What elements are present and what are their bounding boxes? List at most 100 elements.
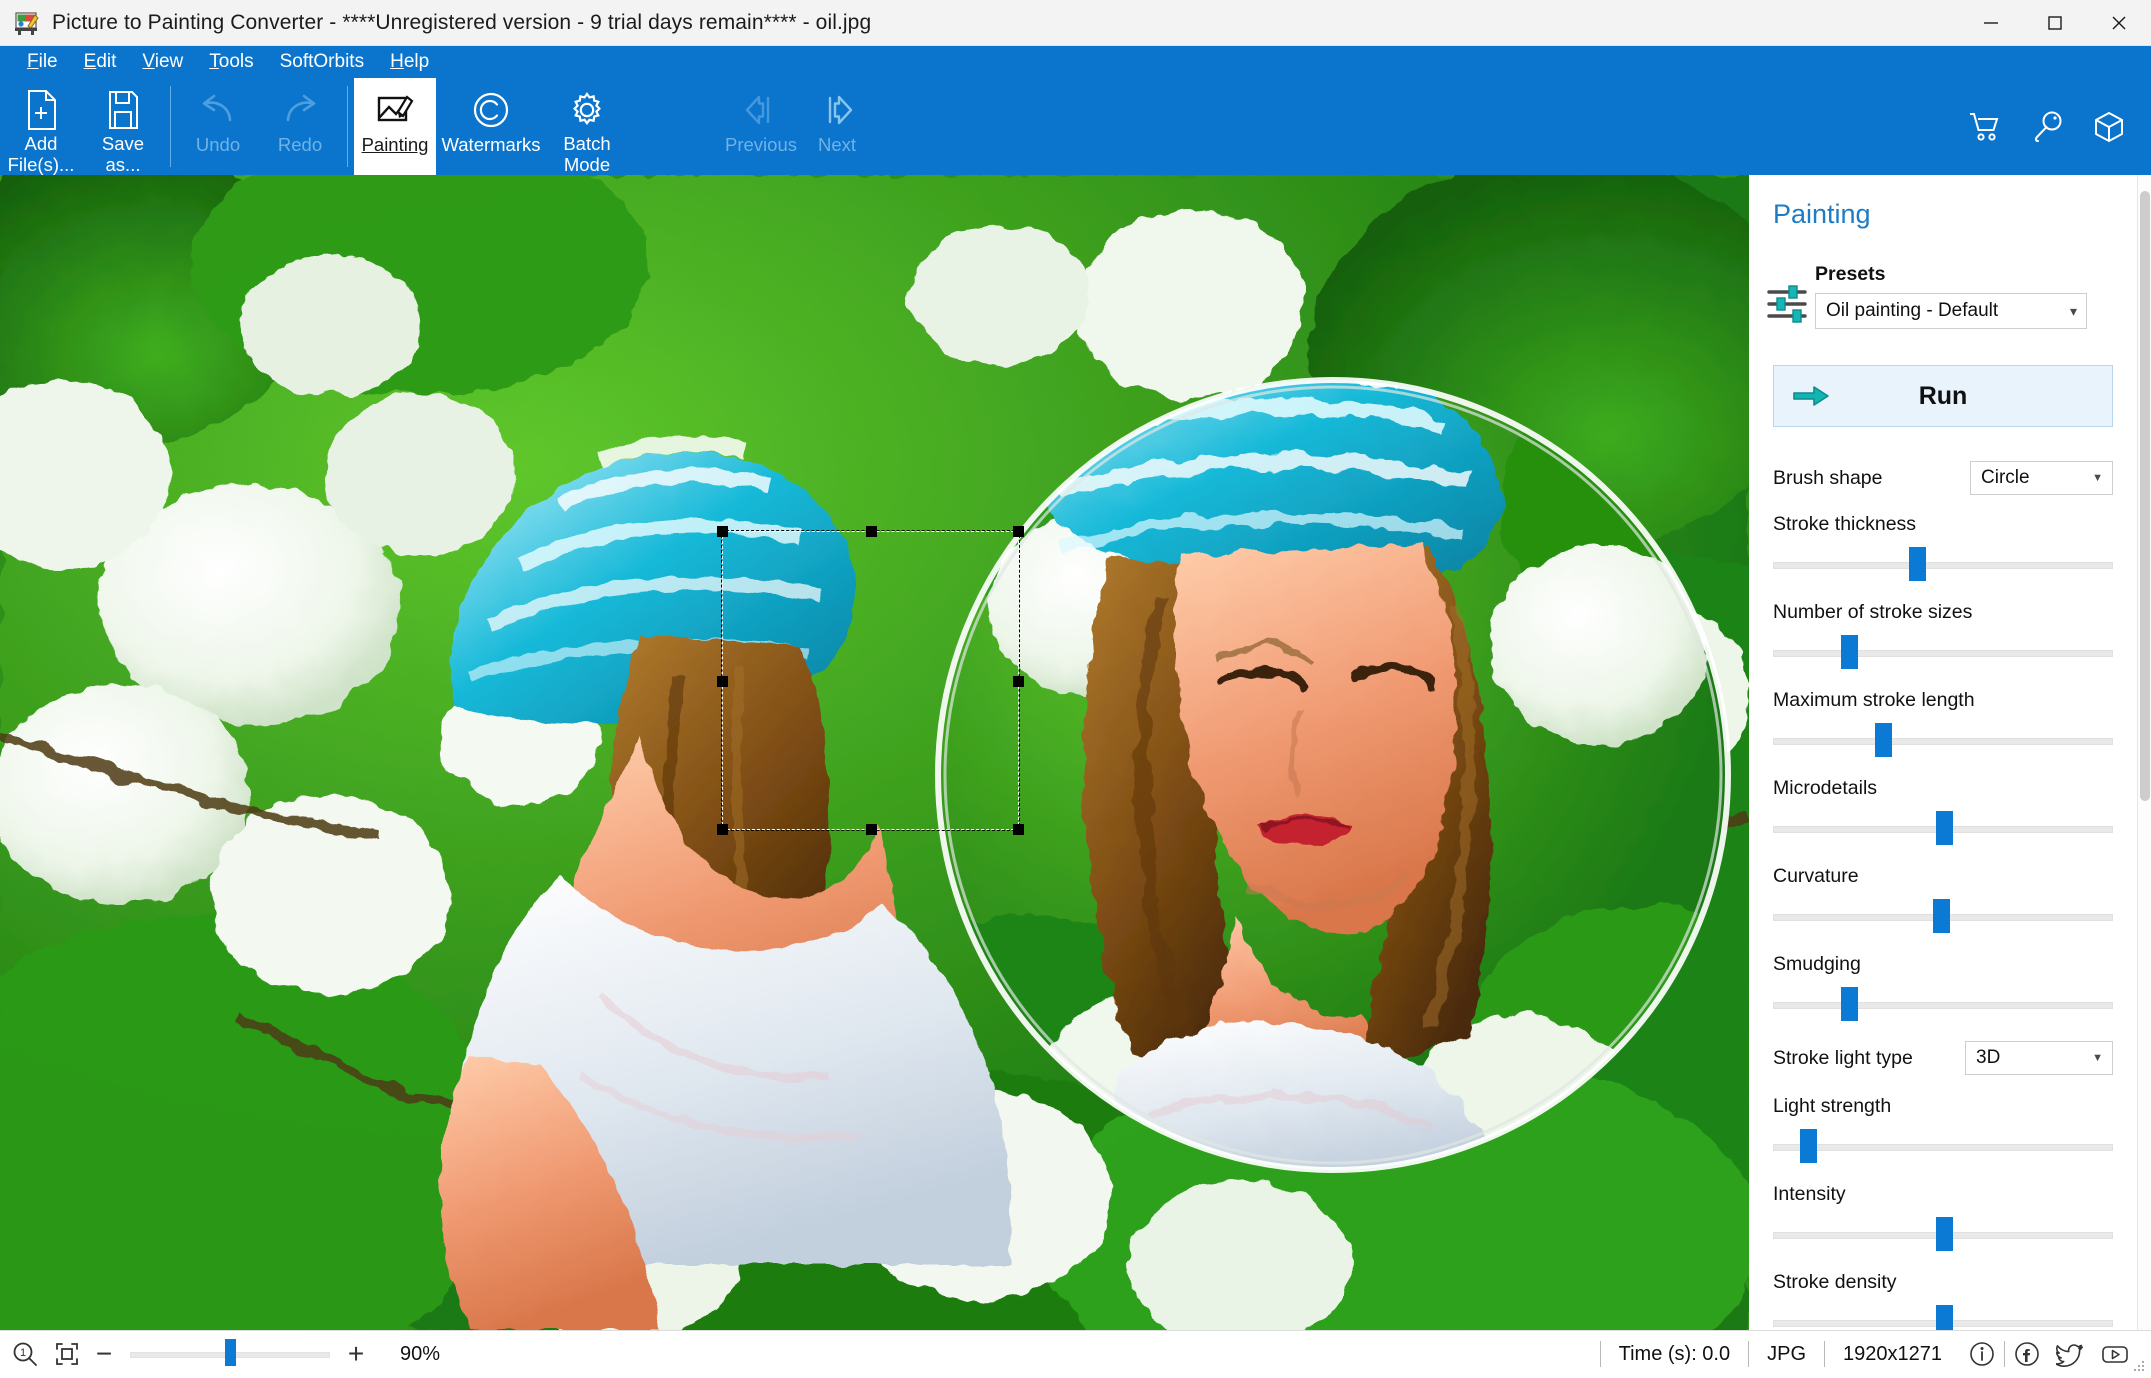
zoom-slider[interactable] <box>130 1349 330 1359</box>
panel-scrollbar[interactable] <box>2137 175 2151 1330</box>
window-minimize-button[interactable] <box>1959 0 2023 45</box>
window-close-button[interactable] <box>2087 0 2151 45</box>
facebook-icon[interactable] <box>2005 1337 2049 1371</box>
selection-handle-bottom-left[interactable] <box>717 824 728 835</box>
toolbar: Add File(s)... Save as... Undo <box>0 78 2151 175</box>
floppy-save-icon <box>103 87 143 132</box>
brush-shape-select[interactable]: Circle ▼ <box>1970 461 2113 495</box>
intensity-slider[interactable] <box>1773 1230 2113 1240</box>
window-title: Picture to Painting Converter - ****Unre… <box>52 11 871 35</box>
toolbar-button-painting[interactable]: Painting <box>354 78 436 175</box>
selection-handle-top-center[interactable] <box>866 526 877 537</box>
painting-controls: Brush shape Circle ▼ Stroke thickness Nu… <box>1749 461 2137 1330</box>
slider-thumb[interactable] <box>1841 635 1858 669</box>
toolbar-button-redo[interactable]: Redo <box>259 78 341 175</box>
toolbar-label-painting: Painting <box>354 134 436 155</box>
smudging-slider[interactable] <box>1773 1000 2113 1010</box>
stroke-thickness-slider[interactable] <box>1773 560 2113 570</box>
zoom-in-button[interactable]: + <box>336 1340 376 1368</box>
zoom-one-to-one-icon[interactable]: 1 <box>8 1337 42 1371</box>
toolbar-button-save-as[interactable]: Save as... <box>82 78 164 175</box>
selection-handle-middle-right[interactable] <box>1013 676 1024 687</box>
slider-thumb[interactable] <box>1936 811 1953 845</box>
selection-handle-bottom-center[interactable] <box>866 824 877 835</box>
slider-thumb[interactable] <box>1800 1129 1817 1163</box>
chevron-down-icon: ▾ <box>2070 303 2077 320</box>
panel-scrollbar-thumb[interactable] <box>2140 191 2150 801</box>
toolbar-button-watermarks[interactable]: Watermarks <box>436 78 546 175</box>
slider-thumb[interactable] <box>1841 987 1858 1021</box>
stroke-density-slider[interactable] <box>1773 1318 2113 1328</box>
selection-handle-top-left[interactable] <box>717 526 728 537</box>
stroke-thickness-label: Stroke thickness <box>1773 513 2113 536</box>
key-icon[interactable] <box>2025 105 2069 149</box>
sliders-icon <box>1765 283 1809 325</box>
menu-item-softorbits[interactable]: SoftOrbits <box>267 49 377 75</box>
slider-track <box>1773 738 2113 745</box>
selection-handle-bottom-right[interactable] <box>1013 824 1024 835</box>
youtube-icon[interactable] <box>2093 1337 2137 1371</box>
selection-handle-top-right[interactable] <box>1013 526 1024 537</box>
info-icon[interactable] <box>1960 1337 2004 1371</box>
fit-to-screen-icon[interactable] <box>50 1337 84 1371</box>
slider-thumb[interactable] <box>1936 1217 1953 1251</box>
menu-item-file[interactable]: File <box>14 49 71 75</box>
toolbar-separator-1 <box>170 86 171 167</box>
stroke-light-type-label: Stroke light type <box>1773 1047 1913 1070</box>
image-canvas[interactable] <box>0 175 1749 1330</box>
presets-select-value: Oil painting - Default <box>1826 300 1998 322</box>
twitter-icon[interactable] <box>2049 1337 2093 1371</box>
gear-icon <box>565 87 609 132</box>
presets-row: Presets Oil painting - Default ▾ <box>1765 263 2137 329</box>
toolbar-separator-2 <box>347 86 348 167</box>
toolbar-button-undo[interactable]: Undo <box>177 78 259 175</box>
slider-thumb[interactable] <box>1933 899 1950 933</box>
run-arrow-icon <box>1792 385 1830 412</box>
zoom-slider-thumb[interactable] <box>225 1339 236 1366</box>
microdetails-label: Microdetails <box>1773 777 2113 800</box>
zoom-out-button[interactable]: − <box>84 1340 124 1368</box>
zoom-level-value: 90% <box>400 1343 440 1366</box>
selection-handle-middle-left[interactable] <box>717 676 728 687</box>
menu-item-tools[interactable]: Tools <box>196 49 266 75</box>
stroke-light-type-select[interactable]: 3D ▼ <box>1965 1041 2113 1075</box>
toolbar-button-previous[interactable]: Previous <box>720 78 802 175</box>
redo-arrow-icon <box>278 87 322 133</box>
slider-thumb[interactable] <box>1875 723 1892 757</box>
control-stroke-light-type: Stroke light type 3D ▼ <box>1773 1041 2113 1075</box>
chevron-down-icon: ▼ <box>2092 1052 2103 1064</box>
light-strength-slider[interactable] <box>1773 1142 2113 1152</box>
toolbar-button-add-files[interactable]: Add File(s)... <box>0 78 82 175</box>
chevron-down-icon: ▼ <box>2092 472 2103 484</box>
toolbar-label-save-as: Save as... <box>82 133 164 175</box>
box-icon[interactable] <box>2087 105 2131 149</box>
presets-select[interactable]: Oil painting - Default ▾ <box>1815 293 2087 329</box>
cart-icon[interactable] <box>1963 105 2007 149</box>
microdetails-slider[interactable] <box>1773 824 2113 834</box>
workspace: Painting Presets Oil painting - De <box>0 175 2151 1330</box>
run-button[interactable]: Run <box>1773 365 2113 427</box>
control-brush-shape: Brush shape Circle ▼ <box>1773 461 2113 495</box>
selection-marquee[interactable] <box>722 531 1019 830</box>
resize-grip[interactable] <box>2132 1359 2146 1373</box>
menu-item-edit[interactable]: Edit <box>71 49 130 75</box>
svg-text:1: 1 <box>20 1347 26 1359</box>
number-of-stroke-sizes-slider[interactable] <box>1773 648 2113 658</box>
arrow-left-icon <box>739 87 783 133</box>
slider-thumb[interactable] <box>1909 547 1926 581</box>
window-maximize-button[interactable] <box>2023 0 2087 45</box>
brush-shape-label: Brush shape <box>1773 467 1883 490</box>
menu-item-help[interactable]: Help <box>377 49 442 75</box>
toolbar-label-watermarks: Watermarks <box>436 134 546 155</box>
toolbar-button-next[interactable]: Next <box>802 78 872 175</box>
toolbar-button-batch-mode[interactable]: Batch Mode <box>546 78 628 175</box>
toolbar-label-previous: Previous <box>720 134 802 155</box>
run-button-label: Run <box>1919 382 1968 411</box>
menu-item-view[interactable]: View <box>129 49 196 75</box>
number-of-stroke-sizes-label: Number of stroke sizes <box>1773 601 2113 624</box>
slider-thumb[interactable] <box>1936 1305 1953 1330</box>
curvature-slider[interactable] <box>1773 912 2113 922</box>
status-bar: 1 − + 90% Time (s): 0.0 JPG 1920x1271 <box>0 1330 2151 1377</box>
maximum-stroke-length-slider[interactable] <box>1773 736 2113 746</box>
curvature-label: Curvature <box>1773 865 2113 888</box>
